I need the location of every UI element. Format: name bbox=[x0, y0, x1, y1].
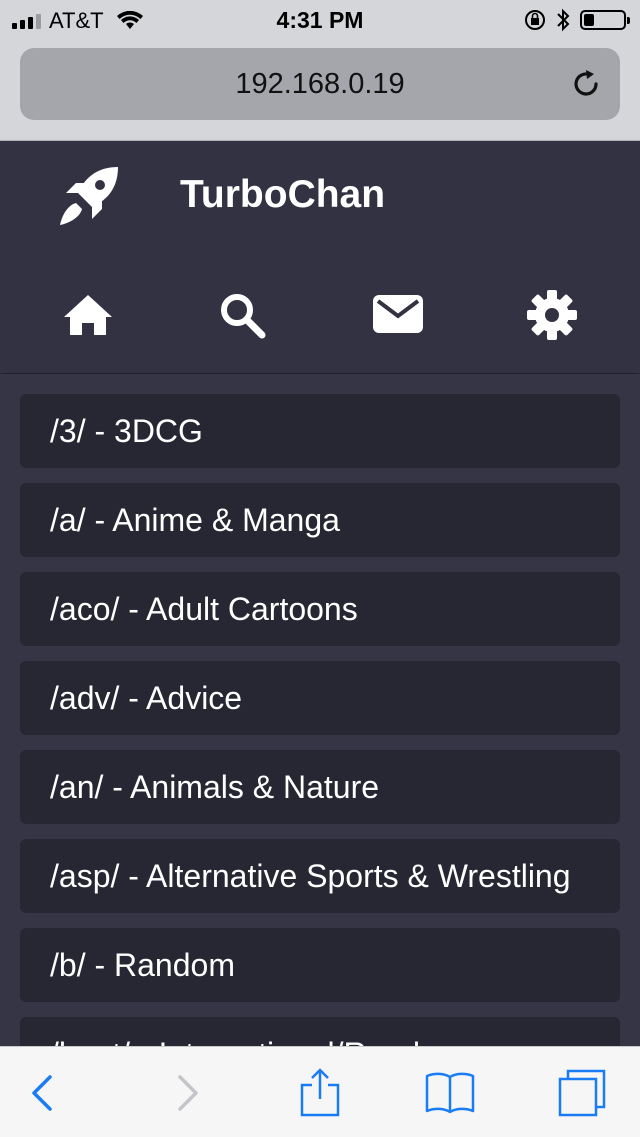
address-bar[interactable]: 192.168.0.19 bbox=[20, 48, 620, 120]
board-item[interactable]: /aco/ - Adult Cartoons bbox=[20, 572, 620, 646]
board-item[interactable]: /an/ - Animals & Nature bbox=[20, 750, 620, 824]
board-item[interactable]: /b/ - Random bbox=[20, 928, 620, 1002]
reload-icon[interactable] bbox=[568, 66, 604, 102]
status-bar: AT&T 4:31 PM bbox=[0, 0, 640, 40]
status-right bbox=[524, 8, 630, 32]
board-item[interactable]: /a/ - Anime & Manga bbox=[20, 483, 620, 557]
board-item[interactable]: /asp/ - Alternative Sports & Wrestling bbox=[20, 839, 620, 913]
share-icon[interactable] bbox=[294, 1067, 346, 1119]
mail-icon[interactable] bbox=[372, 289, 424, 341]
gear-icon[interactable] bbox=[526, 289, 578, 341]
board-item[interactable]: /adv/ - Advice bbox=[20, 661, 620, 735]
orientation-lock-icon bbox=[525, 10, 545, 30]
home-icon[interactable] bbox=[62, 289, 114, 341]
battery-level bbox=[584, 14, 594, 26]
tabs-icon[interactable] bbox=[556, 1067, 608, 1119]
board-item[interactable]: /3/ - 3DCG bbox=[20, 394, 620, 468]
site-title: TurboChan bbox=[180, 173, 386, 216]
rocket-icon bbox=[60, 167, 118, 225]
forward-icon[interactable] bbox=[160, 1067, 212, 1119]
search-icon[interactable] bbox=[216, 289, 268, 341]
site-header: TurboChan bbox=[0, 141, 640, 373]
browser-toolbar bbox=[0, 1046, 640, 1137]
bookmarks-icon[interactable] bbox=[424, 1067, 476, 1119]
back-icon[interactable] bbox=[18, 1067, 70, 1119]
board-list: /3/ - 3DCG /a/ - Anime & Manga /aco/ - A… bbox=[0, 374, 640, 1046]
battery-icon bbox=[580, 10, 630, 30]
url-text: 192.168.0.19 bbox=[235, 68, 405, 100]
board-item[interactable]: /bant/ - International/Random bbox=[20, 1017, 620, 1046]
browser-chrome: AT&T 4:31 PM 192.168.0.19 bbox=[0, 0, 640, 141]
bluetooth-icon bbox=[557, 8, 570, 32]
